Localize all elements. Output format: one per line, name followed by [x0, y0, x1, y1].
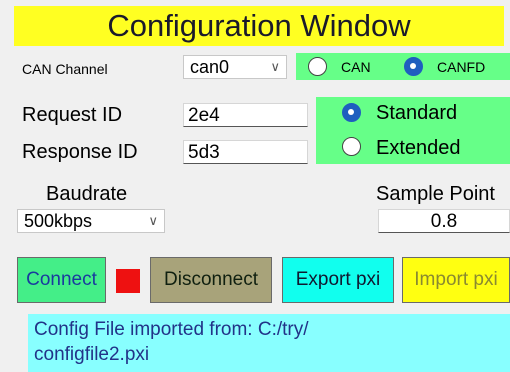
radio-extended[interactable]: [342, 137, 361, 156]
response-id-field[interactable]: 5d3: [183, 140, 308, 164]
connection-status-indicator: [116, 269, 140, 293]
baudrate-select[interactable]: 500kbps ∨: [17, 209, 165, 233]
protocol-radio-group: CAN CANFD: [296, 53, 510, 80]
sample-point-label: Sample Point: [376, 183, 495, 205]
radio-extended-label: Extended: [376, 137, 461, 159]
radio-can-label: CAN: [341, 59, 371, 75]
can-channel-value: can0: [190, 56, 230, 77]
import-pxi-button[interactable]: Import pxi: [402, 257, 510, 303]
radio-canfd-label: CANFD: [437, 59, 486, 75]
window-title: Configuration Window: [14, 6, 504, 46]
status-line-2: configfile2.pxi: [34, 344, 150, 365]
sample-point-field[interactable]: 0.8: [378, 209, 510, 233]
radio-can[interactable]: [308, 57, 327, 76]
can-channel-label: CAN Channel: [22, 61, 108, 77]
radio-canfd-circle: [404, 57, 423, 76]
baudrate-value: 500kbps: [24, 210, 93, 231]
export-pxi-button[interactable]: Export pxi: [282, 257, 394, 303]
status-line-1: Config File imported from: C:/try/: [34, 319, 309, 340]
radio-standard-circle: [342, 103, 361, 122]
chevron-down-icon: ∨: [270, 59, 280, 74]
baudrate-label: Baudrate: [46, 183, 128, 205]
chevron-down-icon: ∨: [148, 213, 158, 228]
radio-canfd[interactable]: [404, 57, 423, 76]
can-channel-select[interactable]: can0 ∨: [183, 55, 287, 79]
status-message: Config File imported from: C:/try/ confi…: [28, 314, 510, 372]
request-id-field[interactable]: 2e4: [183, 103, 308, 127]
response-id-label: Response ID: [22, 141, 138, 163]
radio-standard[interactable]: [342, 103, 361, 122]
connect-button[interactable]: Connect: [17, 257, 106, 303]
request-id-label: Request ID: [22, 104, 123, 126]
radio-can-circle: [308, 57, 327, 76]
radio-extended-circle: [342, 137, 361, 156]
id-format-radio-group: Standard Extended: [316, 97, 510, 164]
radio-standard-label: Standard: [376, 102, 458, 124]
disconnect-button[interactable]: Disconnect: [150, 257, 272, 303]
